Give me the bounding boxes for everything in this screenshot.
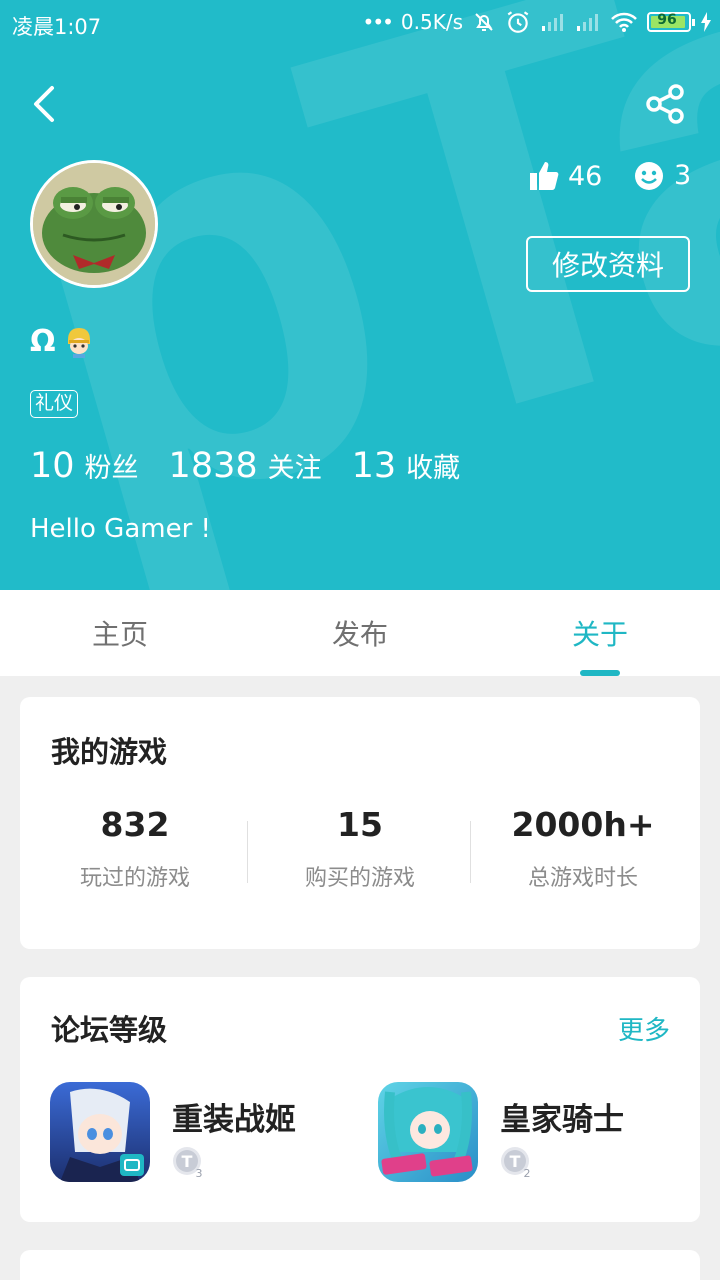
favorites-label[interactable]: 收藏 xyxy=(406,446,460,485)
header-watermark: pTa xyxy=(0,0,720,590)
alarm-icon xyxy=(507,11,529,33)
status-icons: ••• 0.5K/s 96 xyxy=(363,9,712,35)
likes-stat[interactable]: 46 xyxy=(528,160,602,192)
forum-game-name: 重装战姬 xyxy=(172,1102,296,1138)
character-badge-icon xyxy=(67,327,90,358)
following-label[interactable]: 关注 xyxy=(268,446,322,485)
level-badge-icon: T 3 xyxy=(173,1147,203,1180)
purchased-games-label: 购买的游戏 xyxy=(304,866,415,891)
forum-level-title: 论坛等级 xyxy=(51,1013,168,1047)
user-tag[interactable]: 礼仪 xyxy=(30,390,79,418)
smiles-stat[interactable]: 3 xyxy=(634,160,691,191)
followers-label[interactable]: 粉丝 xyxy=(85,446,139,485)
share-button[interactable] xyxy=(642,80,690,128)
frog-avatar-icon xyxy=(33,163,155,285)
profile-header: pTa 凌晨1:07 ••• 0.5K/s 96 46 3 修改资料 Ω 礼仪 … xyxy=(0,0,720,590)
charging-icon xyxy=(701,12,711,32)
mute-bell-icon xyxy=(475,13,493,31)
back-arrow-icon xyxy=(34,86,54,122)
followers-count[interactable]: 10 xyxy=(30,446,75,486)
network-speed: 0.5K/s xyxy=(400,10,463,34)
tab-about[interactable]: 关于 xyxy=(480,590,720,676)
forum-item[interactable]: 重装战姬 T 3 xyxy=(50,1082,350,1182)
forum-more-link[interactable]: 更多 xyxy=(618,1010,670,1047)
smiles-count: 3 xyxy=(674,160,692,191)
wifi-icon xyxy=(611,12,637,32)
following-count[interactable]: 1838 xyxy=(169,446,258,486)
favorites-count[interactable]: 13 xyxy=(352,446,397,486)
status-bar: 凌晨1:07 ••• 0.5K/s 96 xyxy=(0,0,720,48)
svg-text:T: T xyxy=(182,1152,193,1171)
level-badge-icon: T 2 xyxy=(501,1147,531,1180)
follow-counts: 10 粉丝 1838 关注 13 收藏 xyxy=(30,446,490,486)
playtime-label: 总游戏时长 xyxy=(527,866,638,891)
forum-game-name: 皇家骑士 xyxy=(500,1102,624,1138)
purchased-games-stat[interactable]: 15 购买的游戏 xyxy=(247,805,473,892)
dots-icon: ••• xyxy=(362,10,394,34)
level-number: 2 xyxy=(524,1167,531,1180)
signal-icon xyxy=(542,14,563,31)
playtime-stat[interactable]: 2000h+ 总游戏时长 xyxy=(470,805,696,892)
forum-item[interactable]: 皇家骑士 T 2 xyxy=(378,1082,678,1182)
played-games-label: 玩过的游戏 xyxy=(79,866,190,891)
next-card xyxy=(20,1250,700,1280)
played-games-stat[interactable]: 832 玩过的游戏 xyxy=(22,805,248,892)
my-games-card: 我的游戏 832 玩过的游戏 15 购买的游戏 2000h+ 总游戏时长 xyxy=(20,697,700,949)
username: Ω xyxy=(30,324,56,359)
forum-level-card: 论坛等级 更多 重装战姬 T 3 皇家骑士 T 2 xyxy=(20,977,700,1222)
tab-posts[interactable]: 发布 xyxy=(240,590,480,676)
profile-tabs: 主页 发布 关于 xyxy=(0,590,720,676)
likes-count: 46 xyxy=(568,160,603,192)
playtime-value: 2000h+ xyxy=(511,805,655,844)
thumbs-up-icon xyxy=(530,162,559,190)
level-number: 3 xyxy=(196,1167,203,1180)
my-games-title: 我的游戏 xyxy=(51,735,168,769)
svg-text:T: T xyxy=(510,1152,521,1171)
purchased-games-count: 15 xyxy=(337,805,383,844)
edit-profile-button[interactable]: 修改资料 xyxy=(526,236,690,292)
back-button[interactable] xyxy=(26,80,70,128)
played-games-count: 832 xyxy=(100,805,170,844)
avatar[interactable] xyxy=(30,160,158,288)
game-icon-heavy-armor xyxy=(50,1082,150,1182)
username-row: Ω xyxy=(30,324,94,359)
tab-indicator xyxy=(580,670,620,676)
signal-icon-2 xyxy=(577,14,598,31)
battery-icon: 96 xyxy=(647,12,695,32)
battery-level: 96 xyxy=(657,12,677,28)
tab-home[interactable]: 主页 xyxy=(0,590,240,676)
status-time: 凌晨1:07 xyxy=(12,15,102,39)
game-icon-royal-knight xyxy=(378,1082,478,1182)
user-bio: Hello Gamer ! xyxy=(30,514,211,544)
share-icon xyxy=(646,84,684,124)
smiley-icon xyxy=(635,161,663,190)
